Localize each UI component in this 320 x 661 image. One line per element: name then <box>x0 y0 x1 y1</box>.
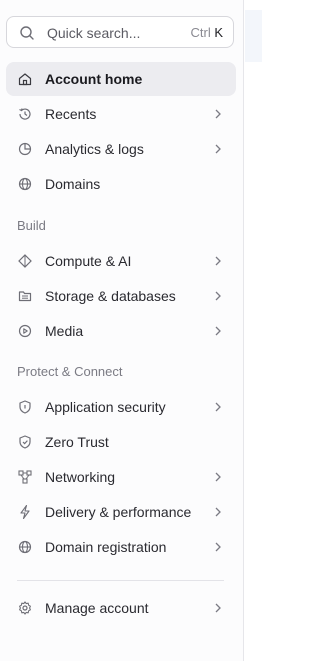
shield-icon <box>17 399 33 415</box>
nav-label-delivery-performance: Delivery & performance <box>45 504 192 520</box>
zero-trust-icon <box>17 434 33 450</box>
search-icon <box>19 25 35 41</box>
network-icon <box>17 469 33 485</box>
nav-label-domains: Domains <box>45 176 101 192</box>
bolt-icon <box>17 504 33 520</box>
content-panel-hint <box>245 10 262 62</box>
play-icon <box>17 323 33 339</box>
home-icon <box>17 71 33 87</box>
nav-label-media: Media <box>45 323 84 339</box>
nav-item-media[interactable]: Media <box>6 314 236 348</box>
sidebar-divider <box>17 580 224 581</box>
history-icon <box>17 106 33 122</box>
nav-item-domain-registration[interactable]: Domain registration <box>6 530 236 564</box>
nav-item-analytics[interactable]: Analytics & logs <box>6 132 236 166</box>
nav-item-recents[interactable]: Recents <box>6 97 236 131</box>
nav-item-zero-trust[interactable]: Zero Trust <box>6 425 236 459</box>
chevron-right-icon <box>212 143 224 155</box>
chevron-right-icon <box>212 108 224 120</box>
sidebar: Quick search... Ctrl K Account home Rece… <box>0 0 244 661</box>
storage-icon <box>17 288 33 304</box>
nav-label-networking: Networking <box>45 469 116 485</box>
chevron-right-icon <box>212 255 224 267</box>
chevron-right-icon <box>212 602 224 614</box>
nav-item-delivery-performance[interactable]: Delivery & performance <box>6 495 236 529</box>
section-heading-build: Build <box>17 218 46 233</box>
nav-item-domains[interactable]: Domains <box>6 167 236 201</box>
nav-label-recents: Recents <box>45 106 97 122</box>
nav-item-compute-ai[interactable]: Compute & AI <box>6 244 236 278</box>
nav-item-manage-account[interactable]: Manage account <box>6 591 236 625</box>
nav-label-domain-registration: Domain registration <box>45 539 167 555</box>
globe-icon <box>17 539 33 555</box>
nav-label-storage-databases: Storage & databases <box>45 288 176 304</box>
nav-label-manage-account: Manage account <box>45 600 149 616</box>
quick-search-input[interactable]: Quick search... Ctrl K <box>6 16 234 48</box>
nav-item-networking[interactable]: Networking <box>6 460 236 494</box>
chevron-right-icon <box>212 401 224 413</box>
nav-label-analytics: Analytics & logs <box>45 141 144 157</box>
nav-label-account-home: Account home <box>45 71 143 87</box>
main-content-edge <box>245 0 262 661</box>
nav-label-compute-ai: Compute & AI <box>45 253 132 269</box>
nav-item-storage-databases[interactable]: Storage & databases <box>6 279 236 313</box>
nav-item-application-security[interactable]: Application security <box>6 390 236 424</box>
section-heading-protect-connect: Protect & Connect <box>17 364 123 379</box>
pie-chart-icon <box>17 141 33 157</box>
nav-label-application-security: Application security <box>45 399 166 415</box>
shortcut-key: K <box>214 25 223 40</box>
chevron-right-icon <box>212 471 224 483</box>
search-shortcut: Ctrl K <box>190 25 223 40</box>
chevron-right-icon <box>212 325 224 337</box>
chevron-right-icon <box>212 541 224 553</box>
globe-icon <box>17 176 33 192</box>
nav-item-account-home[interactable]: Account home <box>6 62 236 96</box>
search-placeholder: Quick search... <box>47 25 141 41</box>
compute-icon <box>17 253 33 269</box>
nav-label-zero-trust: Zero Trust <box>45 434 109 450</box>
chevron-right-icon <box>212 506 224 518</box>
chevron-right-icon <box>212 290 224 302</box>
shortcut-modifier: Ctrl <box>190 25 211 40</box>
gear-icon <box>17 600 33 616</box>
